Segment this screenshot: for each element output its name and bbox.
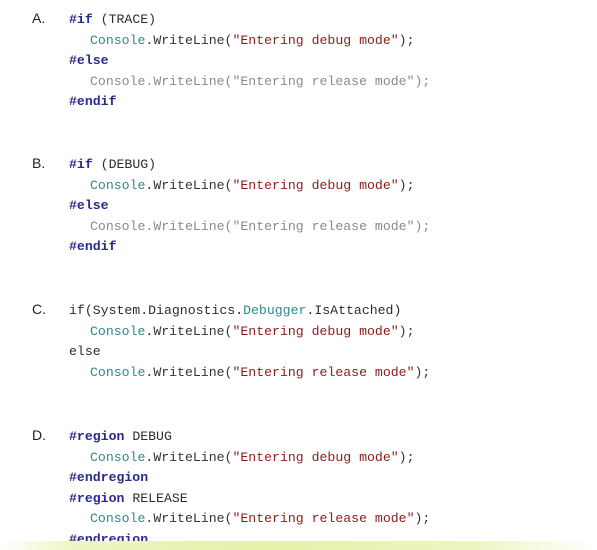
code-line: #else: [69, 51, 430, 72]
code-token: Console: [90, 73, 146, 89]
code-token: Console: [90, 511, 146, 526]
code-token: #if: [69, 157, 93, 172]
code-token: #endregion: [69, 470, 149, 485]
code-token: else: [69, 344, 101, 359]
code-token: );: [398, 177, 415, 193]
code-token: );: [414, 511, 431, 526]
code-line: Console.WriteLine("Entering release mode…: [69, 509, 430, 530]
code-line: Console.WriteLine("Entering debug mode")…: [69, 176, 430, 197]
code-token: .WriteLine(: [145, 218, 233, 234]
code-token: Console: [90, 177, 146, 193]
code-token: (DEBUG): [92, 157, 157, 172]
code-token: "Entering release mode": [232, 511, 415, 526]
code-token: );: [414, 73, 431, 89]
code-token: "Entering debug mode": [232, 323, 399, 339]
code-line: #region DEBUG: [69, 427, 430, 448]
code-token: .WriteLine(: [145, 323, 233, 339]
code-token: );: [414, 364, 431, 380]
code-token: .WriteLine(: [145, 364, 233, 380]
code-token: .WriteLine(: [145, 177, 233, 193]
code-token: (TRACE): [92, 12, 157, 27]
code-token: #endif: [69, 94, 117, 109]
code-token: Console: [90, 218, 146, 234]
code-line: Console.WriteLine("Entering release mode…: [69, 363, 430, 384]
code-token: .WriteLine(: [145, 511, 233, 526]
bottom-highlight-bar: [0, 541, 597, 550]
code-token: #else: [69, 53, 109, 68]
code-line: if(System.Diagnostics.Debugger.IsAttache…: [69, 301, 430, 322]
code-block: if(System.Diagnostics.Debugger.IsAttache…: [69, 301, 430, 383]
code-token: .WriteLine(: [145, 449, 233, 465]
code-line: #endif: [69, 92, 430, 113]
code-line: #endregion: [69, 468, 430, 489]
code-token: if(System.Diagnostics.: [69, 303, 244, 318]
code-token: #else: [69, 198, 109, 213]
option-letter: B.: [32, 155, 46, 171]
code-token: #region: [69, 490, 125, 506]
code-block: #if (TRACE) Console.WriteLine("Entering d…: [69, 10, 430, 113]
code-line: #if (TRACE): [69, 10, 430, 31]
code-token: DEBUG: [124, 429, 172, 444]
code-line: Console.WriteLine("Entering debug mode")…: [69, 448, 430, 469]
code-line: Console.WriteLine("Entering release mode…: [69, 217, 430, 238]
code-token: "Entering debug mode": [232, 449, 399, 465]
code-token: Console: [90, 449, 146, 465]
option-letter: D.: [32, 427, 46, 443]
code-block: #if (DEBUG) Console.WriteLine("Entering d…: [69, 155, 430, 258]
code-token: .IsAttached): [306, 303, 402, 318]
code-token: );: [398, 32, 415, 48]
code-token: );: [398, 449, 415, 465]
code-token: );: [398, 323, 415, 339]
code-token: #endif: [69, 239, 117, 254]
code-token: Console: [90, 323, 146, 339]
code-line: #endif: [69, 237, 430, 258]
option-letter: C.: [32, 301, 46, 317]
code-line: Console.WriteLine("Entering debug mode")…: [69, 31, 430, 52]
code-token: );: [414, 218, 431, 234]
code-line: #else: [69, 196, 430, 217]
code-token: "Entering release mode": [232, 218, 415, 234]
code-line: #region RELEASE: [69, 489, 430, 510]
code-line: Console.WriteLine("Entering release mode…: [69, 72, 430, 93]
option-letter: A.: [32, 10, 46, 26]
code-line: else: [69, 342, 430, 363]
code-token: .WriteLine(: [145, 73, 233, 89]
code-line: #if (DEBUG): [69, 155, 430, 176]
code-token: #if: [69, 12, 93, 27]
code-line: Console.WriteLine("Entering debug mode")…: [69, 322, 430, 343]
code-token: Console: [90, 364, 146, 380]
code-token: "Entering debug mode": [232, 32, 399, 48]
code-token: "Entering release mode": [232, 73, 415, 89]
code-token: "Entering debug mode": [232, 177, 399, 193]
code-block: #region DEBUG Console.WriteLine("Entering…: [69, 427, 430, 550]
code-token: RELEASE: [124, 490, 188, 506]
code-token: .WriteLine(: [145, 32, 233, 48]
code-token: #region: [69, 429, 125, 444]
code-token: "Entering release mode": [232, 364, 415, 380]
code-token: Console: [90, 32, 146, 48]
code-token: Debugger: [243, 303, 307, 318]
